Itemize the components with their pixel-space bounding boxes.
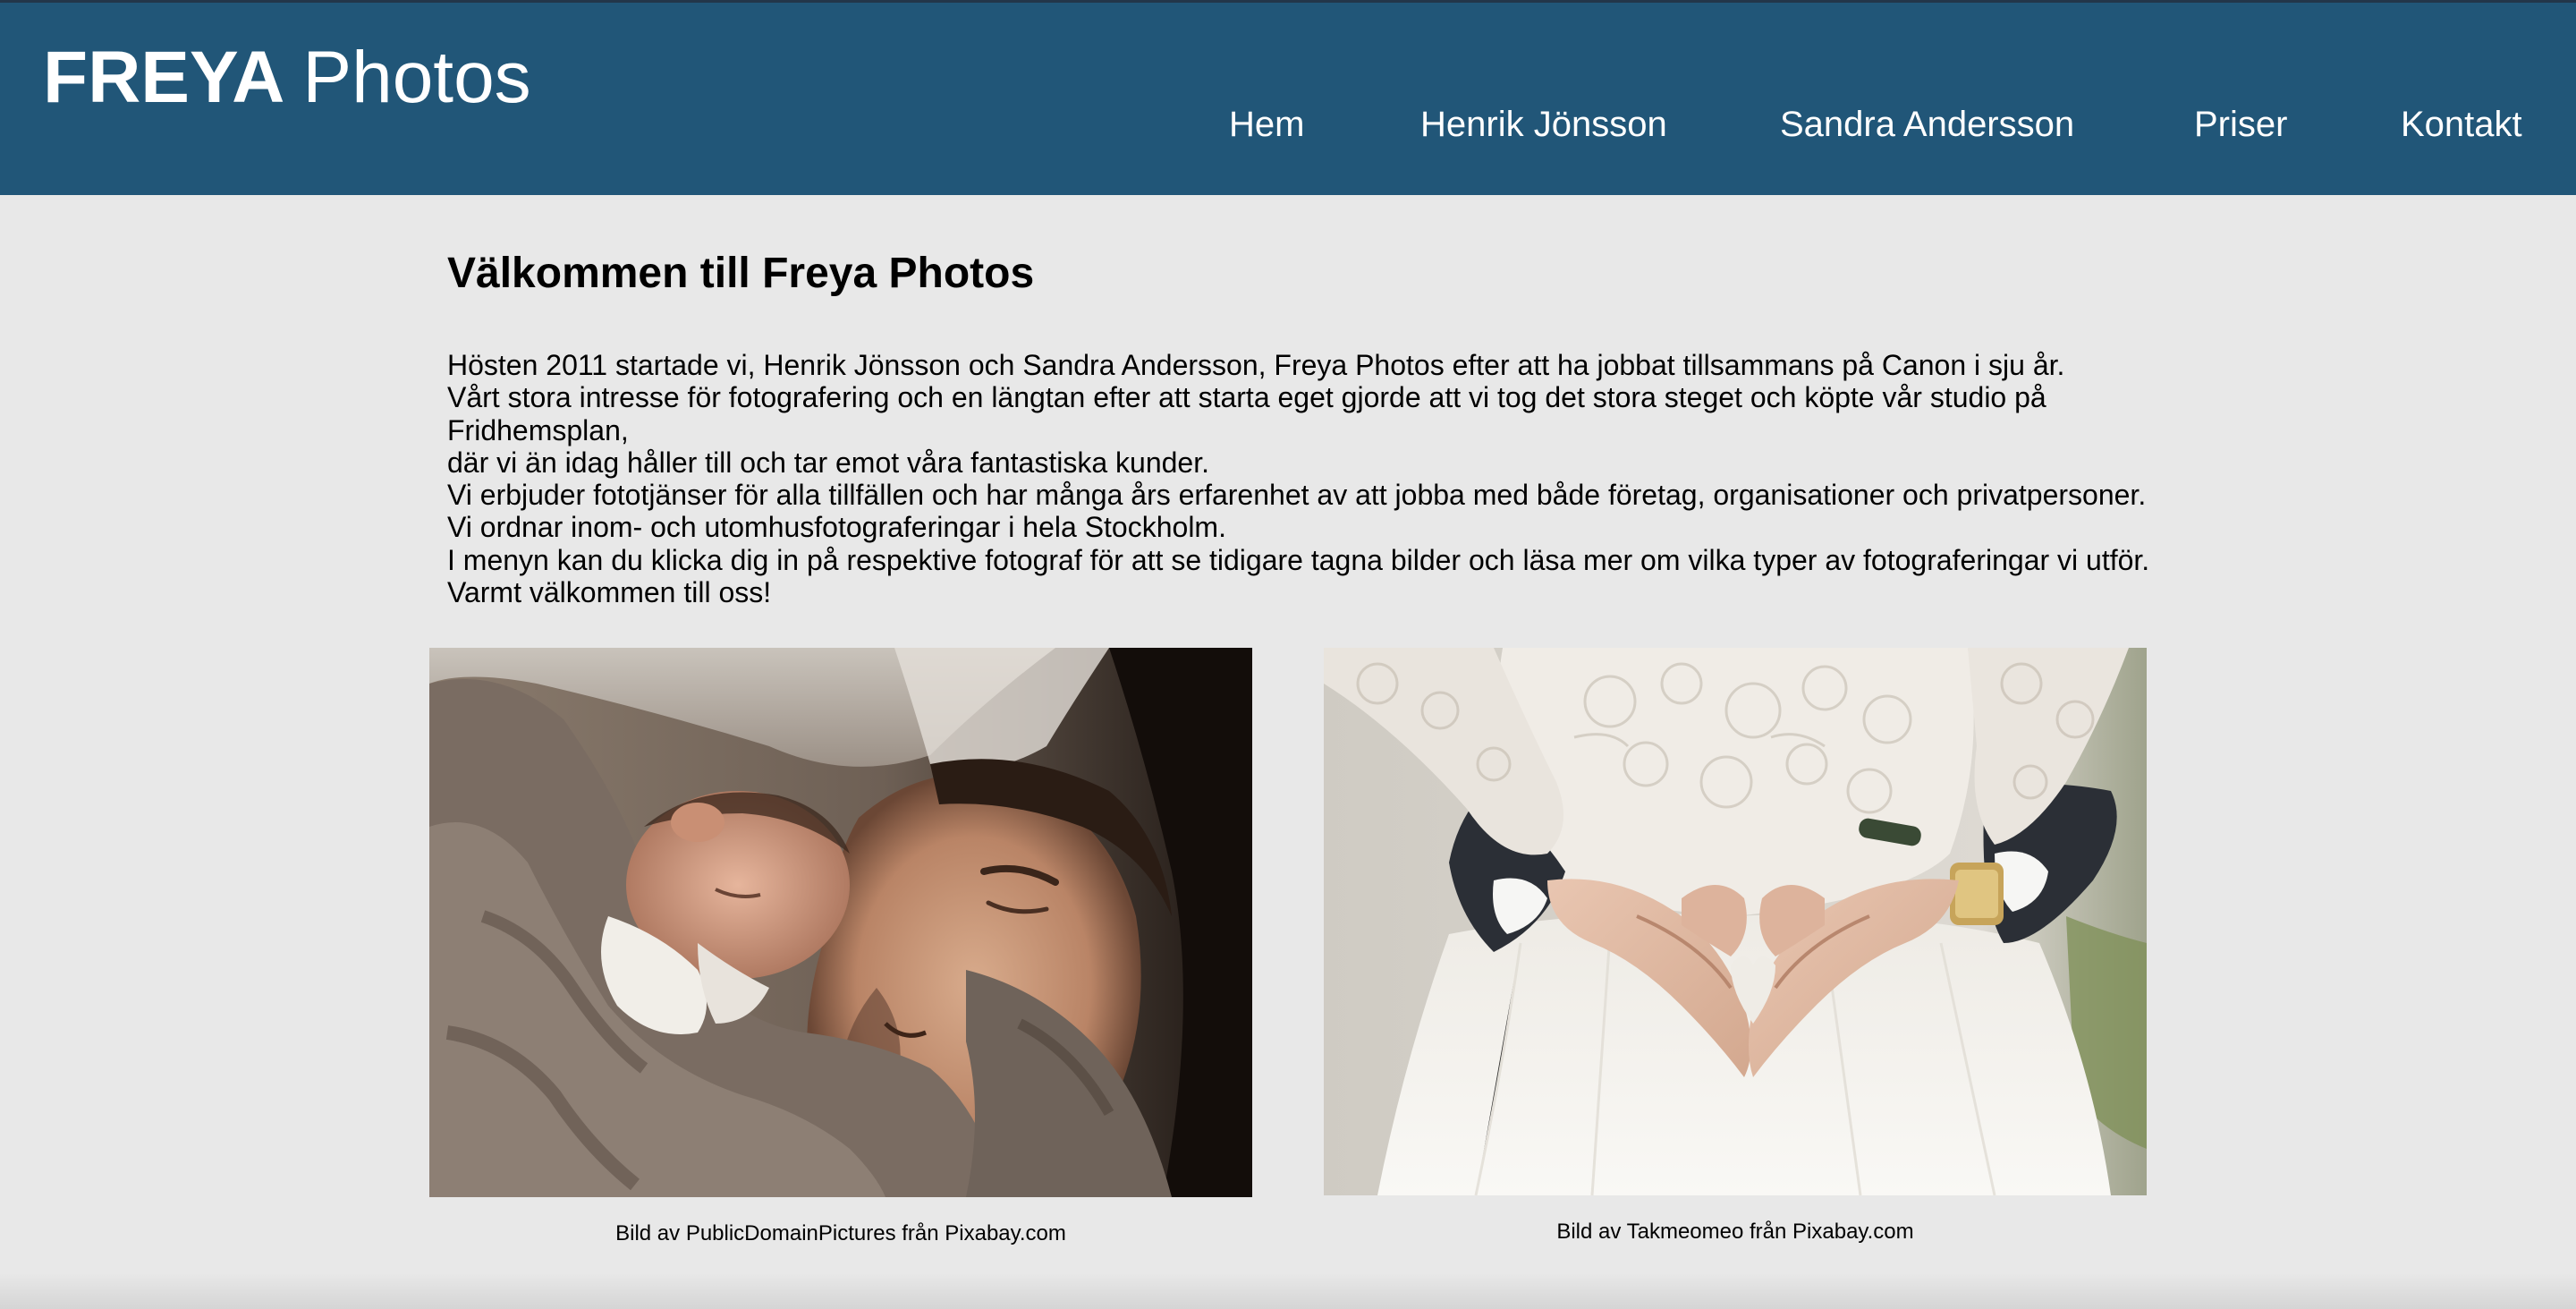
- photo-caption-right: Bild av Takmeomeo från Pixabay.com: [1556, 1220, 1914, 1244]
- nav-item-priser[interactable]: Priser: [2194, 99, 2287, 149]
- intro-line: där vi än idag håller till och tar emot …: [447, 446, 1209, 479]
- main-nav: Hem Henrik Jönsson Sandra Andersson Pris…: [0, 99, 2576, 149]
- nav-item-sandra-andersson[interactable]: Sandra Andersson: [1780, 99, 2074, 149]
- intro-line: I menyn kan du klicka dig in på respekti…: [447, 543, 2150, 576]
- nav-item-henrik-jonsson[interactable]: Henrik Jönsson: [1420, 99, 1667, 149]
- nav-item-kontakt[interactable]: Kontakt: [2401, 99, 2522, 149]
- intro-text: Hösten 2011 startade vi, Henrik Jönsson …: [447, 349, 2200, 608]
- father-and-newborn-photo: [429, 648, 1252, 1197]
- wedding-heart-hands-photo: [1324, 648, 2147, 1195]
- page-title: Välkommen till Freya Photos: [447, 250, 1035, 297]
- site-header: FREYA Photos Hem Henrik Jönsson Sandra An…: [0, 0, 2576, 195]
- main-content: Välkommen till Freya Photos Hösten 2011 …: [447, 242, 2200, 608]
- page: FREYA Photos Hem Henrik Jönsson Sandra An…: [0, 0, 2576, 1309]
- intro-line: Fridhemsplan,: [447, 413, 629, 446]
- intro-line: Vårt stora intresse för fotografering oc…: [447, 381, 2046, 414]
- photo-caption-left: Bild av PublicDomainPictures från Pixaba…: [615, 1221, 1066, 1245]
- intro-line: Vi erbjuder fototjänser för alla tillfäl…: [447, 479, 2147, 512]
- intro-line: Vi ordnar inom- och utomhusfotografering…: [447, 511, 1226, 544]
- nav-item-hem[interactable]: Hem: [1229, 99, 1304, 149]
- intro-line: Varmt välkommen till oss!: [447, 576, 772, 609]
- bottom-shadow: [0, 1273, 2576, 1309]
- intro-line: Hösten 2011 startade vi, Henrik Jönsson …: [447, 349, 2065, 381]
